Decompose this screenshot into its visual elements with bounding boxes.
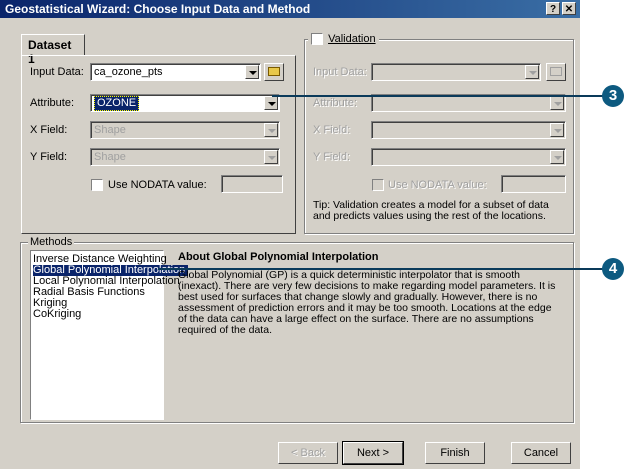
- val-x-field-label: X Field:: [313, 124, 351, 136]
- input-data-dropdown[interactable]: ca_ozone_pts: [90, 63, 261, 81]
- x-field-label: X Field:: [30, 124, 68, 136]
- nodata-checkbox[interactable]: [91, 179, 103, 191]
- val-input-data-label: Input Data:: [313, 66, 367, 78]
- val-nodata-value-field[interactable]: [501, 175, 566, 193]
- val-input-data-dropdown[interactable]: [371, 63, 541, 81]
- attribute-label: Attribute:: [30, 97, 75, 109]
- chevron-down-icon[interactable]: [550, 150, 564, 164]
- help-button[interactable]: ?: [546, 2, 560, 15]
- method-item-cokriging[interactable]: CoKriging: [33, 309, 81, 320]
- nodata-label: Use NODATA value:: [108, 179, 207, 191]
- y-field-label: Y Field:: [30, 151, 68, 163]
- methods-list[interactable]: Inverse Distance Weighting Global Polyno…: [30, 250, 189, 420]
- x-field-dropdown[interactable]: Shape: [90, 121, 280, 139]
- val-y-field-dropdown[interactable]: [371, 148, 566, 166]
- chevron-down-icon[interactable]: [245, 65, 259, 79]
- open-folder-icon: [550, 67, 562, 76]
- attribute-value: OZONE: [94, 96, 140, 111]
- chevron-down-icon[interactable]: [525, 65, 539, 79]
- chevron-down-icon[interactable]: [550, 96, 564, 110]
- chevron-down-icon[interactable]: [550, 123, 564, 137]
- val-y-field-label: Y Field:: [313, 151, 351, 163]
- validation-header: Validation: [308, 33, 379, 47]
- chevron-down-icon[interactable]: [264, 150, 278, 164]
- y-field-value: Shape: [94, 151, 126, 163]
- tab-dataset-1[interactable]: Dataset 1: [21, 34, 85, 66]
- cancel-button[interactable]: Cancel: [511, 442, 571, 464]
- about-title: About Global Polynomial Interpolation: [178, 251, 379, 263]
- val-attribute-label: Attribute:: [313, 97, 358, 109]
- x-field-value: Shape: [94, 124, 126, 136]
- validation-checkbox[interactable]: [311, 33, 323, 46]
- dataset-panel: [21, 55, 296, 234]
- input-data-label: Input Data:: [30, 66, 84, 78]
- callout-line-4: [158, 268, 604, 270]
- window-title: Geostatistical Wizard: Choose Input Data…: [5, 2, 311, 16]
- callout-line-3: [272, 95, 604, 97]
- finish-button[interactable]: Finish: [425, 442, 485, 464]
- validation-label: Validation: [328, 33, 376, 46]
- close-button[interactable]: ✕: [562, 2, 576, 15]
- methods-label: Methods: [28, 236, 75, 248]
- about-text: Global Polynomial (GP) is a quick determ…: [178, 269, 556, 336]
- title-bar: Geostatistical Wizard: Choose Input Data…: [0, 0, 580, 18]
- nodata-value-field[interactable]: [221, 175, 283, 193]
- back-button[interactable]: < Back: [278, 442, 338, 464]
- attribute-dropdown[interactable]: OZONE: [90, 94, 280, 112]
- chevron-down-icon[interactable]: [264, 96, 278, 110]
- open-folder-icon: [268, 67, 280, 76]
- callout-marker-3: 3: [602, 85, 624, 107]
- next-button[interactable]: Next >: [342, 441, 404, 465]
- val-x-field-dropdown[interactable]: [371, 121, 566, 139]
- browse-input-button[interactable]: [264, 63, 284, 81]
- val-nodata-checkbox[interactable]: [372, 179, 384, 191]
- input-data-value: ca_ozone_pts: [94, 66, 163, 78]
- validation-tip: Tip: Validation creates a model for a su…: [313, 199, 549, 222]
- val-browse-button[interactable]: [546, 63, 566, 81]
- chevron-down-icon[interactable]: [264, 123, 278, 137]
- y-field-dropdown[interactable]: Shape: [90, 148, 280, 166]
- callout-marker-4: 4: [602, 258, 624, 280]
- val-nodata-label: Use NODATA value:: [388, 179, 487, 191]
- wizard-window: Geostatistical Wizard: Choose Input Data…: [0, 0, 580, 469]
